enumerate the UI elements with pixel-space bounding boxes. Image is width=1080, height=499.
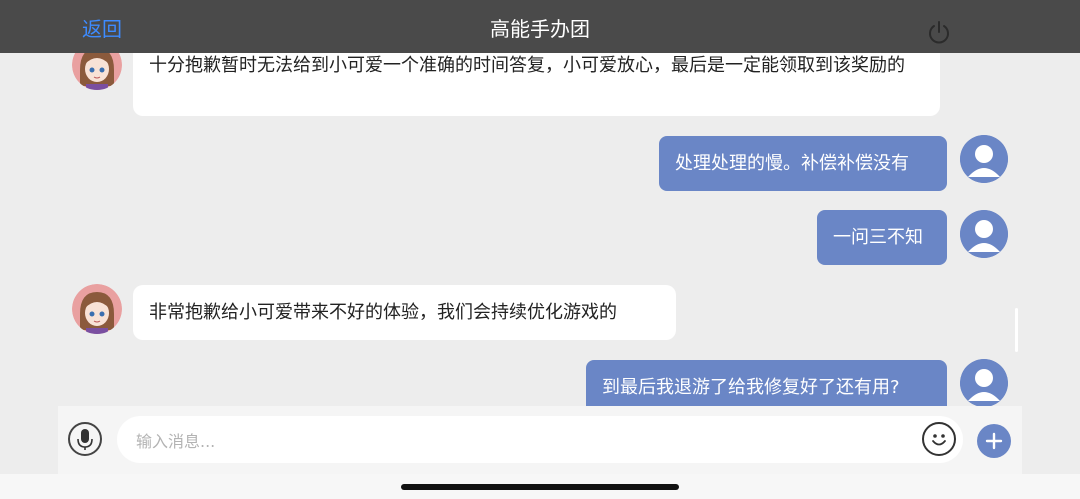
message-bubble-agent: 十分抱歉暂时无法给到小可爱一个准确的时间答复，小可爱放心，最后是一定能领取到该奖… (133, 44, 940, 116)
message-input[interactable]: 输入消息... (117, 416, 963, 463)
user-avatar-icon[interactable] (960, 359, 1008, 406)
user-avatar-icon[interactable] (960, 135, 1008, 183)
microphone-icon[interactable] (68, 422, 102, 456)
composer-bar: 输入消息... (58, 406, 1022, 474)
message-input-placeholder: 输入消息... (136, 431, 216, 451)
plus-icon[interactable] (977, 424, 1011, 458)
message-bubble-user: 一问三不知 (817, 210, 947, 265)
page-title: 高能手办团 (490, 17, 590, 41)
scrollbar-thumb[interactable] (1015, 308, 1018, 352)
message-text: 非常抱歉给小可爱带来不好的体验，我们会持续优化游戏的 (149, 301, 617, 323)
message-text: 十分抱歉暂时无法给到小可爱一个准确的时间答复，小可爱放心，最后是一定能领取到该奖… (149, 55, 905, 76)
message-bubble-user: 处理处理的慢。补偿补偿没有 (659, 136, 947, 191)
nav-header: 返回 高能手办团 (0, 0, 1080, 53)
power-icon[interactable] (926, 20, 952, 46)
message-bubble-agent: 非常抱歉给小可爱带来不好的体验，我们会持续优化游戏的 (133, 285, 676, 340)
message-text: 到最后我退游了给我修复好了还有用? (602, 376, 900, 398)
agent-avatar-image (72, 284, 122, 334)
message-bubble-user: 到最后我退游了给我修复好了还有用? (586, 360, 947, 406)
home-indicator-area (0, 474, 1080, 499)
agent-avatar[interactable] (72, 284, 122, 334)
user-avatar-icon[interactable] (960, 210, 1008, 258)
message-text: 一问三不知 (833, 226, 923, 248)
home-indicator[interactable] (401, 484, 679, 490)
emoji-icon[interactable] (922, 422, 956, 456)
message-text: 处理处理的慢。补偿补偿没有 (675, 152, 909, 174)
chat-area[interactable]: 十分抱歉暂时无法给到小可爱一个准确的时间答复，小可爱放心，最后是一定能领取到该奖… (0, 0, 1080, 406)
